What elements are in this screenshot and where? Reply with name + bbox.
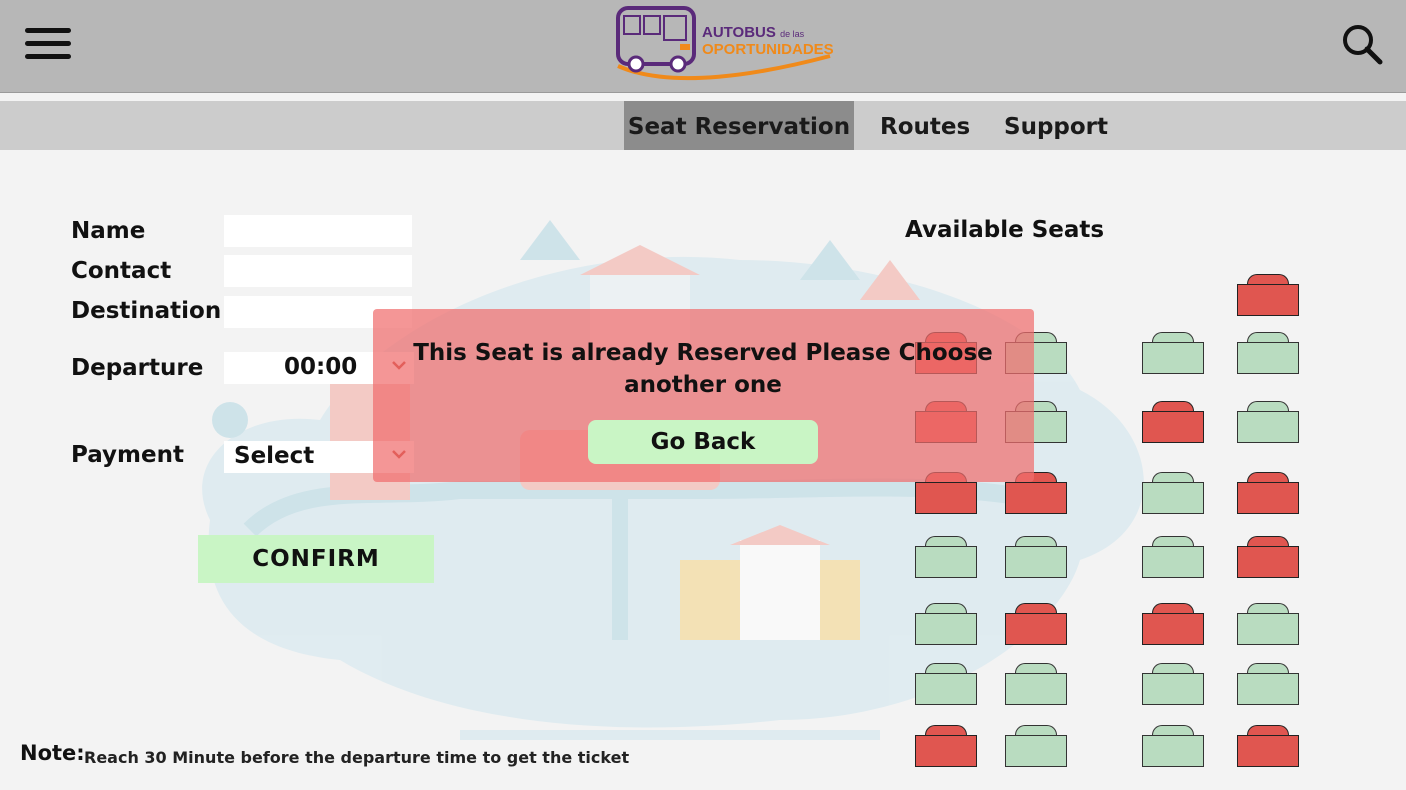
seat-free[interactable]: [1005, 536, 1067, 578]
note-text: Reach 30 Minute before the departure tim…: [84, 748, 630, 767]
tab-routes[interactable]: Routes: [880, 101, 970, 150]
tab-seat-reservation[interactable]: Seat Reservation: [624, 101, 854, 150]
seat-taken[interactable]: [1237, 725, 1299, 767]
logo-title: AUTOBUS de las: [702, 24, 805, 41]
seat-free[interactable]: [1237, 401, 1299, 443]
seat-taken[interactable]: [1142, 401, 1204, 443]
seat-free[interactable]: [1005, 663, 1067, 705]
seat-taken[interactable]: [1237, 274, 1299, 316]
name-input[interactable]: [224, 215, 412, 247]
seat-free[interactable]: [1237, 332, 1299, 374]
seat-free[interactable]: [915, 536, 977, 578]
payment-label: Payment: [71, 442, 184, 468]
name-label: Name: [71, 218, 146, 244]
seat-taken[interactable]: [915, 725, 977, 767]
seat-free[interactable]: [1142, 663, 1204, 705]
menu-icon[interactable]: [25, 28, 71, 62]
seat-free[interactable]: [1142, 472, 1204, 514]
departure-label: Departure: [71, 355, 204, 381]
seat-free[interactable]: [1237, 663, 1299, 705]
top-header: AUTOBUS de las OPORTUNIDADES: [0, 0, 1406, 93]
nav-bar: Seat Reservation Routes Support: [0, 101, 1406, 150]
available-seats-title: Available Seats: [905, 217, 1105, 243]
seat-taken[interactable]: [1005, 603, 1067, 645]
contact-input[interactable]: [224, 255, 412, 287]
seat-free[interactable]: [1237, 603, 1299, 645]
seat-free[interactable]: [1142, 725, 1204, 767]
logo-subtitle: OPORTUNIDADES: [702, 41, 834, 58]
seat-free[interactable]: [1142, 536, 1204, 578]
alert-message: This Seat is already Reserved Please Cho…: [413, 340, 993, 398]
seat-taken[interactable]: [1237, 536, 1299, 578]
contact-label: Contact: [71, 258, 172, 284]
seat-taken[interactable]: [1142, 603, 1204, 645]
departure-value: 00:00: [284, 354, 358, 380]
note-label: Note:: [20, 741, 85, 765]
seat-free[interactable]: [915, 663, 977, 705]
seat-free[interactable]: [1142, 332, 1204, 374]
seat-taken[interactable]: [1237, 472, 1299, 514]
reserved-seat-alert: This Seat is already Reserved Please Cho…: [373, 309, 1034, 482]
tab-support[interactable]: Support: [1004, 101, 1108, 150]
seat-free[interactable]: [1005, 725, 1067, 767]
search-icon[interactable]: [1340, 22, 1384, 66]
destination-label: Destination: [71, 298, 222, 324]
payment-value: Select: [234, 443, 315, 469]
seat-free[interactable]: [915, 603, 977, 645]
confirm-button[interactable]: CONFIRM: [198, 535, 434, 583]
go-back-button[interactable]: Go Back: [588, 420, 818, 464]
